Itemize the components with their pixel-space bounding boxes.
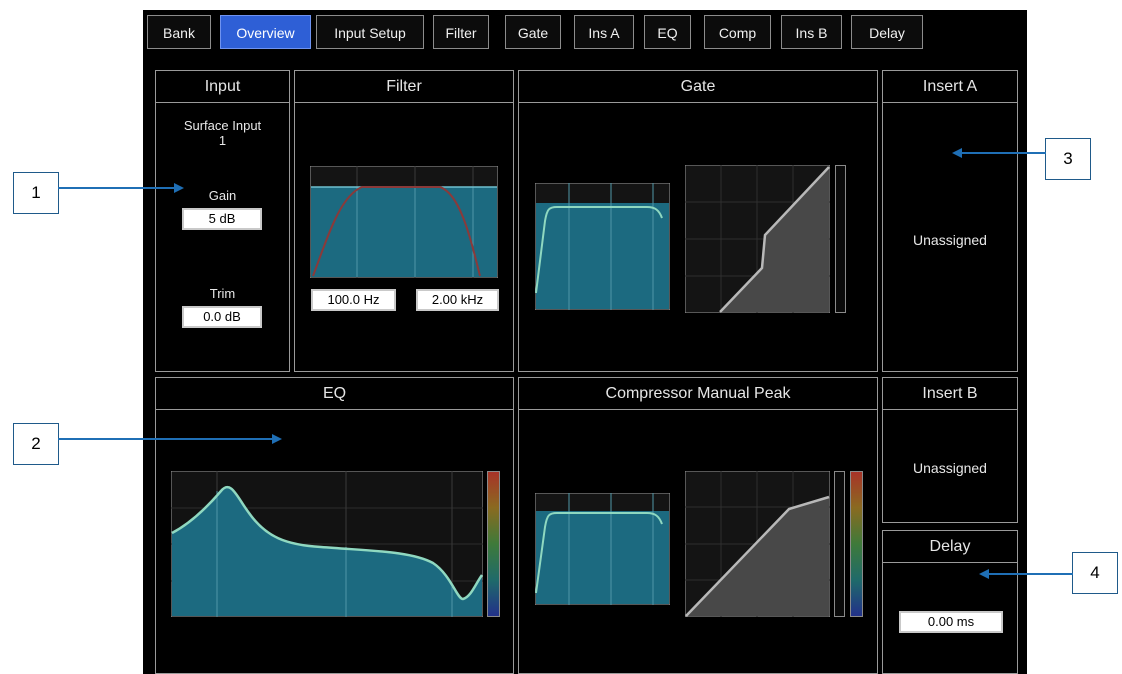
insert-b-title: Insert B bbox=[883, 378, 1017, 410]
delay-panel[interactable]: Delay 0.00 ms bbox=[882, 530, 1018, 674]
gate-envelope-graph[interactable] bbox=[535, 183, 670, 310]
eq-response-graph[interactable] bbox=[171, 471, 483, 617]
callout-1: 1 bbox=[13, 172, 59, 214]
lpf-frequency-field[interactable]: 2.00 kHz bbox=[415, 288, 500, 312]
insert-b-panel[interactable]: Insert B Unassigned bbox=[882, 377, 1018, 523]
tab-eq[interactable]: EQ bbox=[644, 15, 691, 49]
tab-ins-b[interactable]: Ins B bbox=[781, 15, 842, 49]
eq-level-meter bbox=[487, 471, 500, 617]
gate-panel[interactable]: Gate bbox=[518, 70, 878, 372]
insert-a-title: Insert A bbox=[883, 71, 1017, 103]
input-panel[interactable]: Input Surface Input 1 Gain 5 dB Trim 0.0… bbox=[155, 70, 290, 372]
callout-4: 4 bbox=[1072, 552, 1118, 594]
tab-ins-a[interactable]: Ins A bbox=[574, 15, 634, 49]
hpf-frequency-field[interactable]: 100.0 Hz bbox=[310, 288, 397, 312]
callout-1-arrow bbox=[58, 183, 184, 193]
compressor-panel-title: Compressor Manual Peak bbox=[519, 378, 877, 410]
trim-value-field[interactable]: 0.0 dB bbox=[181, 305, 263, 329]
input-source-number: 1 bbox=[218, 133, 227, 148]
callout-3-arrow bbox=[952, 148, 1046, 158]
tab-gate[interactable]: Gate bbox=[505, 15, 561, 49]
eq-panel-title: EQ bbox=[156, 378, 513, 410]
tab-bank[interactable]: Bank bbox=[147, 15, 211, 49]
tab-delay[interactable]: Delay bbox=[851, 15, 923, 49]
compressor-gain-reduction-meter bbox=[834, 471, 845, 617]
insert-b-status: Unassigned bbox=[913, 460, 987, 476]
delay-value-field[interactable]: 0.00 ms bbox=[898, 610, 1004, 634]
callout-2-arrow bbox=[58, 434, 282, 444]
compressor-envelope-graph[interactable] bbox=[535, 493, 670, 605]
compressor-transfer-graph[interactable] bbox=[685, 471, 830, 617]
tab-comp[interactable]: Comp bbox=[704, 15, 771, 49]
input-source-name: Surface Input bbox=[183, 118, 262, 133]
tab-filter[interactable]: Filter bbox=[433, 15, 489, 49]
callout-2: 2 bbox=[13, 423, 59, 465]
compressor-level-meter bbox=[850, 471, 863, 617]
trim-label: Trim bbox=[209, 286, 236, 301]
tab-overview[interactable]: Overview bbox=[220, 15, 311, 49]
callout-4-arrow bbox=[979, 569, 1073, 579]
filter-panel-title: Filter bbox=[295, 71, 513, 103]
gate-meter bbox=[835, 165, 846, 313]
filter-panel[interactable]: Filter 100.0 Hz 2.00 kHz bbox=[294, 70, 514, 372]
compressor-panel[interactable]: Compressor Manual Peak bbox=[518, 377, 878, 674]
eq-panel[interactable]: EQ bbox=[155, 377, 514, 674]
gain-value-field[interactable]: 5 dB bbox=[181, 207, 263, 231]
insert-a-status: Unassigned bbox=[913, 232, 987, 248]
input-panel-title: Input bbox=[156, 71, 289, 103]
delay-panel-title: Delay bbox=[883, 531, 1017, 563]
gate-transfer-graph[interactable] bbox=[685, 165, 830, 313]
insert-a-panel[interactable]: Insert A Unassigned bbox=[882, 70, 1018, 372]
filter-response-graph[interactable] bbox=[310, 166, 498, 278]
tab-input-setup[interactable]: Input Setup bbox=[316, 15, 424, 49]
gate-panel-title: Gate bbox=[519, 71, 877, 103]
callout-3: 3 bbox=[1045, 138, 1091, 180]
